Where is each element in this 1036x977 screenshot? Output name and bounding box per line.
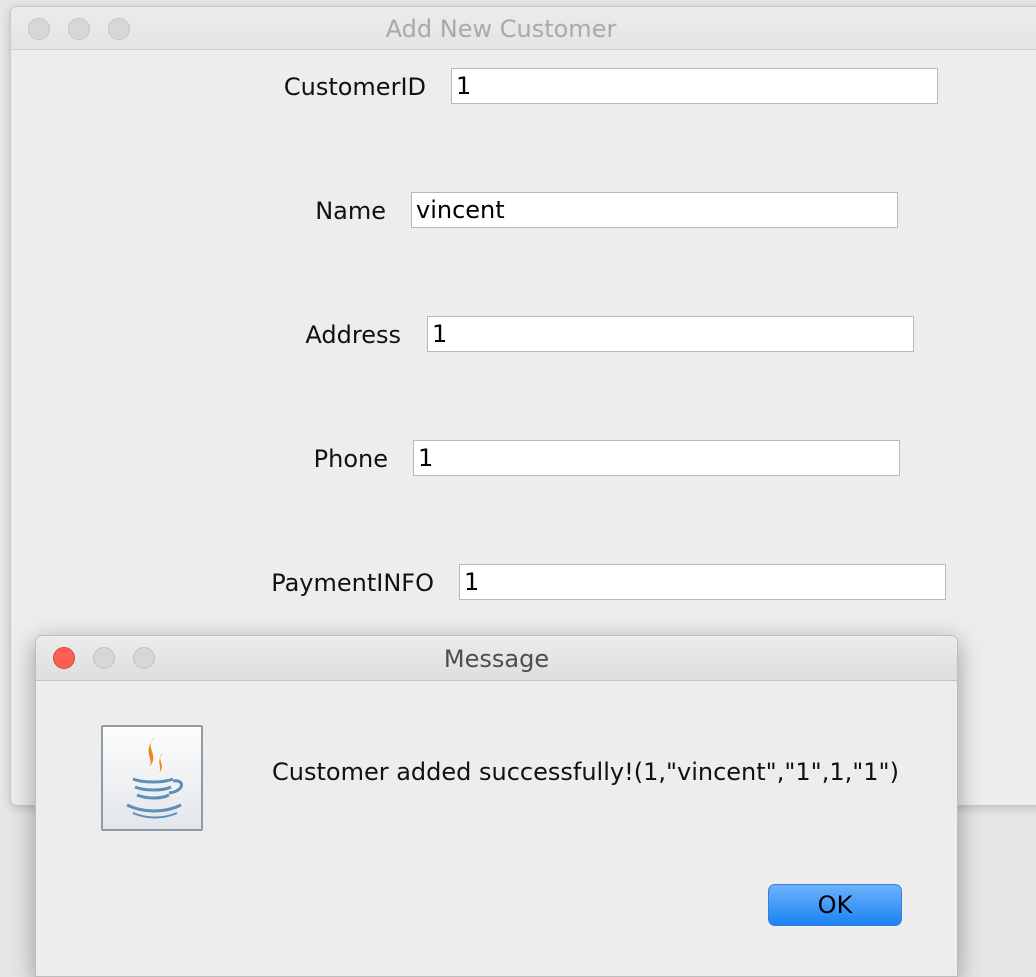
dialog-title: Message (443, 645, 550, 673)
customer-id-field[interactable]: 1 (451, 68, 938, 104)
java-icon (101, 725, 203, 831)
message-dialog: Message Customer added successfully!(1,"… (35, 635, 958, 977)
address-label: Address (305, 321, 401, 349)
name-field[interactable]: vincent (411, 192, 898, 228)
payment-info-label: PaymentINFO (271, 569, 434, 597)
customer-id-label: CustomerID (283, 73, 426, 101)
dialog-message: Customer added successfully!(1,"vincent"… (272, 758, 899, 786)
address-field[interactable]: 1 (427, 316, 914, 352)
phone-field[interactable]: 1 (413, 440, 900, 476)
name-label: Name (315, 197, 386, 225)
phone-label: Phone (313, 445, 388, 473)
payment-info-field[interactable]: 1 (459, 564, 946, 600)
dialog-titlebar[interactable]: Message (36, 636, 957, 681)
ok-button[interactable]: OK (768, 884, 902, 926)
main-titlebar[interactable]: Add New Customer (11, 7, 1036, 50)
window-title: Add New Customer (385, 15, 617, 43)
